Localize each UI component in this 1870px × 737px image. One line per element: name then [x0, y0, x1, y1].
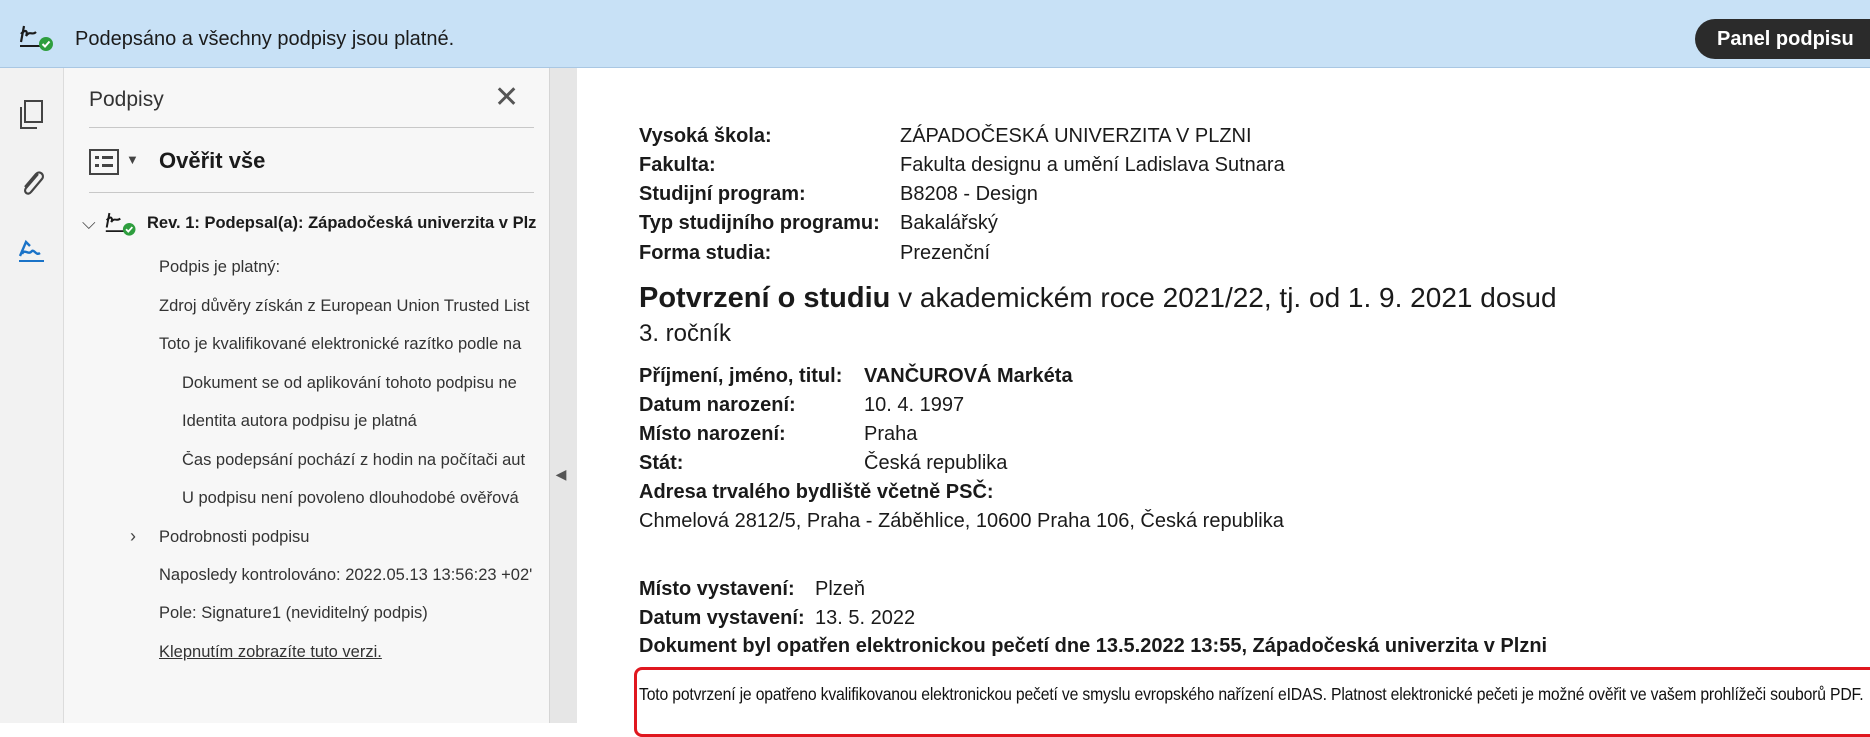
- tree-item-details[interactable]: Podrobnosti podpisu: [159, 528, 544, 547]
- tree-item: Identita autora podpisu je platná: [182, 412, 417, 430]
- address-label: Adresa trvalého bydliště včetně PSČ:: [639, 481, 994, 503]
- chevron-down-icon[interactable]: ⌵: [82, 213, 96, 234]
- view-version-link[interactable]: Klepnutím zobrazíte tuto verzi.: [159, 643, 544, 662]
- divider: [89, 127, 534, 128]
- person-label: Stát:: [639, 452, 684, 474]
- issue-value: 13. 5. 2022: [815, 607, 916, 629]
- panel-splitter[interactable]: [550, 68, 577, 723]
- heading-rest: v akademickém roce 2021/22, tj. od 1. 9.…: [890, 282, 1557, 313]
- signatures-icon[interactable]: [16, 234, 48, 268]
- seal-notice-text[interactable]: Toto potvrzení je opatřeno kvalifikovano…: [639, 684, 1864, 705]
- valid-signature-icon: [105, 212, 136, 236]
- close-icon[interactable]: ✕: [494, 83, 519, 113]
- seal-line: Dokument byl opatřen elektronickou pečet…: [639, 635, 1548, 657]
- heading-bold: Potvrzení o studiu: [639, 282, 891, 314]
- notification-message: Podepsáno a všechny podpisy jsou platné.: [75, 28, 455, 50]
- attachments-icon[interactable]: [16, 166, 48, 200]
- signature-revision[interactable]: Rev. 1: Podepsal(a): Západočeská univerz…: [147, 214, 547, 233]
- options-menu-icon[interactable]: [89, 149, 119, 175]
- collapse-panel-icon[interactable]: ◀: [551, 455, 571, 493]
- tree-item: Podpis je platný:: [159, 258, 281, 276]
- person-label: Datum narození:: [639, 394, 796, 416]
- document-heading: Potvrzení o studiu v akademickém roce 20…: [639, 282, 1557, 315]
- person-value: 10. 4. 1997: [864, 394, 965, 416]
- tree-item: Zdroj důvěry získán z European Union Tru…: [159, 297, 530, 315]
- pages-icon[interactable]: [16, 98, 48, 132]
- tree-item: Naposledy kontrolováno: 2022.05.13 13:56…: [159, 566, 533, 584]
- signature-notification-bar: Podepsáno a všechny podpisy jsou platné.…: [0, 0, 1870, 68]
- chevron-right-icon[interactable]: ›: [130, 526, 136, 547]
- info-label: Vysoká škola:: [639, 125, 772, 147]
- panel-title: Podpisy: [89, 88, 164, 111]
- tree-item: Pole: Signature1 (neviditelný podpis): [159, 604, 428, 622]
- person-value: Česká republika: [864, 452, 1008, 474]
- tree-item: Toto je kvalifikované elektronické razít…: [159, 335, 522, 353]
- info-value: Fakulta designu a umění Ladislava Sutnar…: [900, 154, 1285, 176]
- tree-item: Čas podepsání pochází z hodin na počítač…: [182, 451, 526, 469]
- info-value: ZÁPADOČESKÁ UNIVERZITA V PLZNI: [900, 125, 1252, 147]
- info-value: Bakalářský: [900, 212, 998, 234]
- info-label: Fakulta:: [639, 154, 716, 176]
- issue-label: Datum vystavení:: [639, 607, 805, 629]
- person-value: VANČUROVÁ Markéta: [864, 365, 1073, 387]
- issue-value: Plzeň: [815, 578, 866, 600]
- signature-panel-button[interactable]: Panel podpisu: [1695, 19, 1870, 59]
- signatures-panel: Podpisy ✕ ▼ Ověřit vše ⌵ Rev. 1: Podepsa…: [64, 68, 550, 723]
- info-value: Prezenční: [900, 242, 991, 264]
- document-page: Vysoká škola: ZÁPADOČESKÁ UNIVERZITA V P…: [577, 68, 1870, 737]
- divider: [89, 192, 534, 193]
- person-label: Příjmení, jméno, titul:: [639, 365, 843, 387]
- left-tool-rail: [0, 68, 64, 723]
- address-value: Chmelová 2812/5, Praha - Záběhlice, 1060…: [639, 510, 1284, 532]
- info-value: B8208 - Design: [900, 183, 1038, 205]
- info-label: Forma studia:: [639, 242, 772, 264]
- person-value: Praha: [864, 423, 918, 445]
- person-label: Místo narození:: [639, 423, 786, 445]
- info-label: Typ studijního programu:: [639, 212, 880, 234]
- info-label: Studijní program:: [639, 183, 806, 205]
- verify-all-button[interactable]: Ověřit vše: [159, 148, 265, 174]
- issue-label: Místo vystavení:: [639, 578, 795, 600]
- tree-item: U podpisu není povoleno dlouhodobé ověřo…: [182, 489, 519, 507]
- study-year: 3. ročník: [639, 320, 732, 347]
- chevron-down-icon[interactable]: ▼: [126, 152, 139, 167]
- tree-item: Dokument se od aplikování tohoto podpisu…: [182, 374, 517, 392]
- valid-signature-icon: [19, 25, 53, 51]
